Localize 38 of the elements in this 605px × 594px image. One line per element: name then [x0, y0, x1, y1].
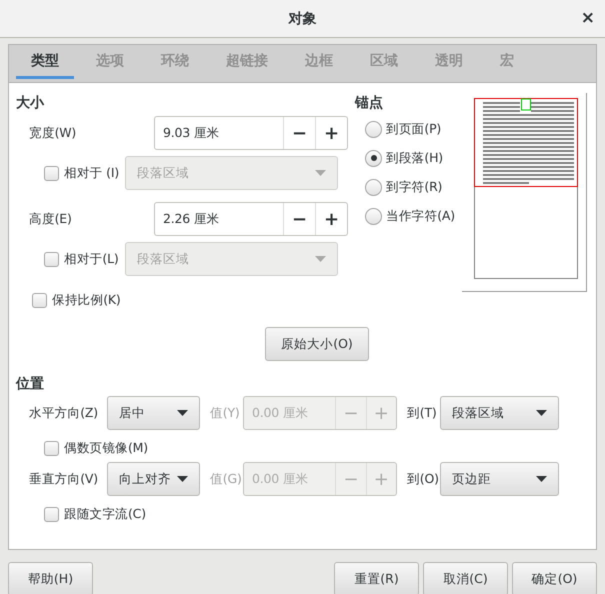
window-title: 对象 [288, 10, 316, 28]
dialog-button[interactable]: 重置(R) [334, 562, 419, 594]
radio-label[interactable]: 到段落(H) [386, 150, 443, 166]
close-button[interactable]: × [580, 9, 595, 27]
tab[interactable]: 类型 [16, 45, 74, 79]
field-label: 值(Y) [209, 404, 241, 422]
section-heading: 大小 [16, 94, 46, 113]
dialog-button[interactable]: 确定(O) [512, 562, 597, 594]
checkbox-label[interactable]: 保持比例(K) [52, 292, 121, 308]
decrement-button[interactable]: − [283, 203, 315, 235]
field-label: 值(G) [209, 470, 243, 488]
dialog-button[interactable]: 取消(C) [423, 562, 508, 594]
checkbox-label[interactable]: 相对于 (I) [64, 164, 120, 182]
spin-field[interactable]: 9.03 厘米 − + [154, 116, 348, 150]
checkbox-label[interactable]: 跟随文字流(C) [64, 506, 146, 522]
radio-label[interactable]: 到页面(P) [386, 120, 442, 138]
field-label: 宽度(W) [29, 124, 78, 142]
original-size-button[interactable]: 原始大小(O) [265, 327, 369, 361]
decrement-button[interactable]: − [283, 117, 315, 149]
section-heading: 锚点 [355, 94, 384, 113]
field-label: 到(T) [406, 404, 438, 422]
radio-label[interactable]: 到字符(R) [386, 178, 442, 196]
field-label: 水平方向(Z) [29, 404, 99, 422]
checkbox-label[interactable]: 偶数页镜像(M) [64, 440, 148, 456]
dropdown[interactable]: 段落区域 [440, 396, 559, 430]
field-label: 垂直方向(V) [29, 470, 99, 488]
dropdown[interactable]: 页边距 [440, 462, 559, 496]
radio-label[interactable]: 当作字符(A) [386, 208, 455, 224]
section-heading: 位置 [16, 375, 45, 394]
spin-field[interactable]: 2.26 厘米 − + [154, 202, 348, 236]
field-label: 高度(E) [29, 210, 73, 228]
increment-button[interactable]: + [315, 203, 347, 235]
dropdown[interactable]: 向上对齐 [107, 462, 200, 496]
field-label: 到(O) [406, 470, 440, 488]
dialog-button[interactable]: 帮助(H) [8, 562, 93, 594]
checkbox-label[interactable]: 相对于(L) [64, 250, 119, 268]
increment-button[interactable]: + [315, 117, 347, 149]
dropdown[interactable]: 居中 [107, 396, 200, 430]
